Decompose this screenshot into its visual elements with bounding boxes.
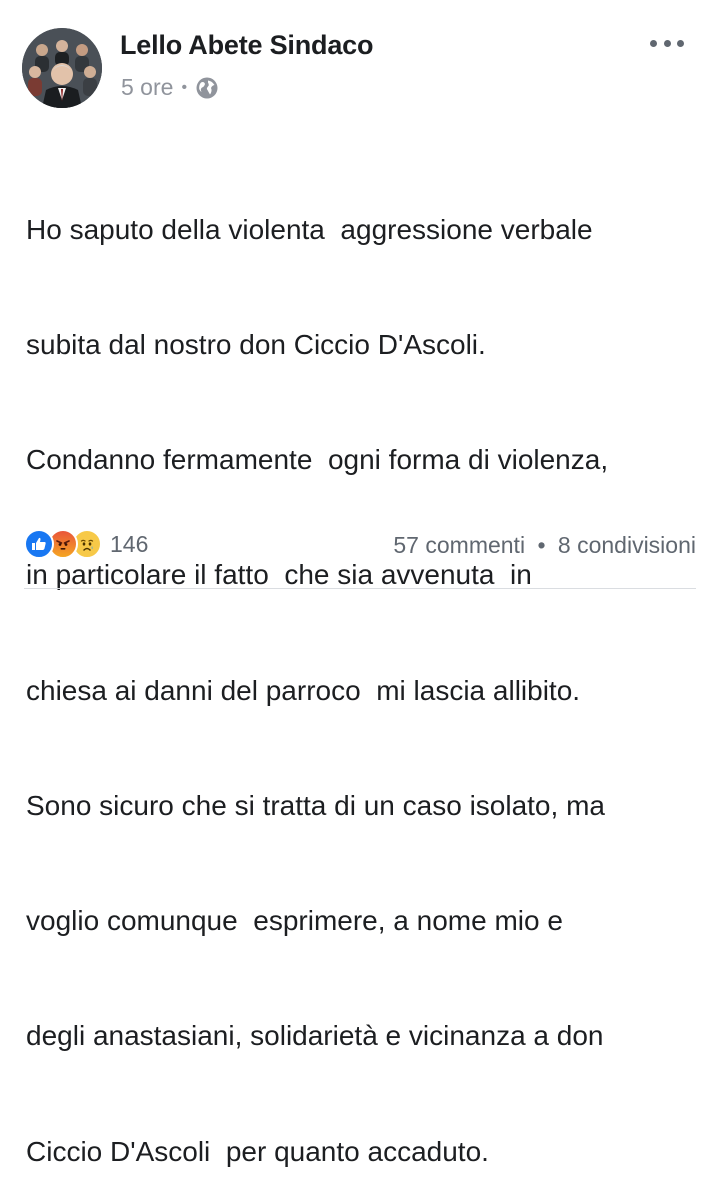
more-dot bbox=[650, 39, 657, 47]
stats-separator: • bbox=[537, 532, 546, 558]
globe-icon[interactable] bbox=[195, 76, 219, 100]
post-text-line: subita dal nostro don Ciccio D'Ascoli. bbox=[26, 329, 486, 361]
post-text-line: voglio comunque esprimere, a nome mio e bbox=[26, 905, 563, 937]
post-text-line: degli anastasiani, solidarietà e vicinan… bbox=[26, 1020, 604, 1052]
post-text-line: Sono sicuro che si tratta di un caso iso… bbox=[26, 789, 605, 821]
reaction-count: 146 bbox=[110, 530, 149, 557]
post-footer: 146 57 commenti • 8 condivisioni bbox=[24, 524, 696, 564]
post-text: Ho saputo della violenta aggressione ver… bbox=[26, 134, 706, 1184]
more-options-icon[interactable] bbox=[650, 36, 684, 50]
reactions-summary[interactable]: 146 bbox=[24, 528, 148, 560]
more-dot bbox=[677, 39, 684, 47]
footer-divider bbox=[24, 588, 696, 589]
post-stats: 57 commenti • 8 condivisioni bbox=[393, 532, 696, 559]
avatar[interactable] bbox=[22, 28, 102, 108]
post-text-line: Ho saputo della violenta aggressione ver… bbox=[26, 213, 593, 245]
meta-separator: • bbox=[181, 78, 188, 96]
post-meta: 5 ore • bbox=[121, 74, 219, 101]
comments-link[interactable]: 57 commenti bbox=[393, 532, 525, 558]
like-reaction-icon bbox=[24, 529, 54, 559]
post-text-line: chiesa ai danni del parroco mi lascia al… bbox=[26, 674, 581, 706]
avatar-photo bbox=[22, 28, 102, 108]
post-header: Lello Abete Sindaco 5 ore • bbox=[22, 24, 698, 108]
post-text-line: Ciccio D'Ascoli per quanto accaduto. bbox=[26, 1135, 489, 1167]
author-name[interactable]: Lello Abete Sindaco bbox=[120, 30, 373, 61]
post-text-line: Condanno fermamente ogni forma di violen… bbox=[26, 444, 609, 476]
shares-link[interactable]: 8 condivisioni bbox=[558, 532, 696, 558]
more-dot bbox=[663, 39, 671, 47]
post-time[interactable]: 5 ore bbox=[121, 74, 173, 101]
